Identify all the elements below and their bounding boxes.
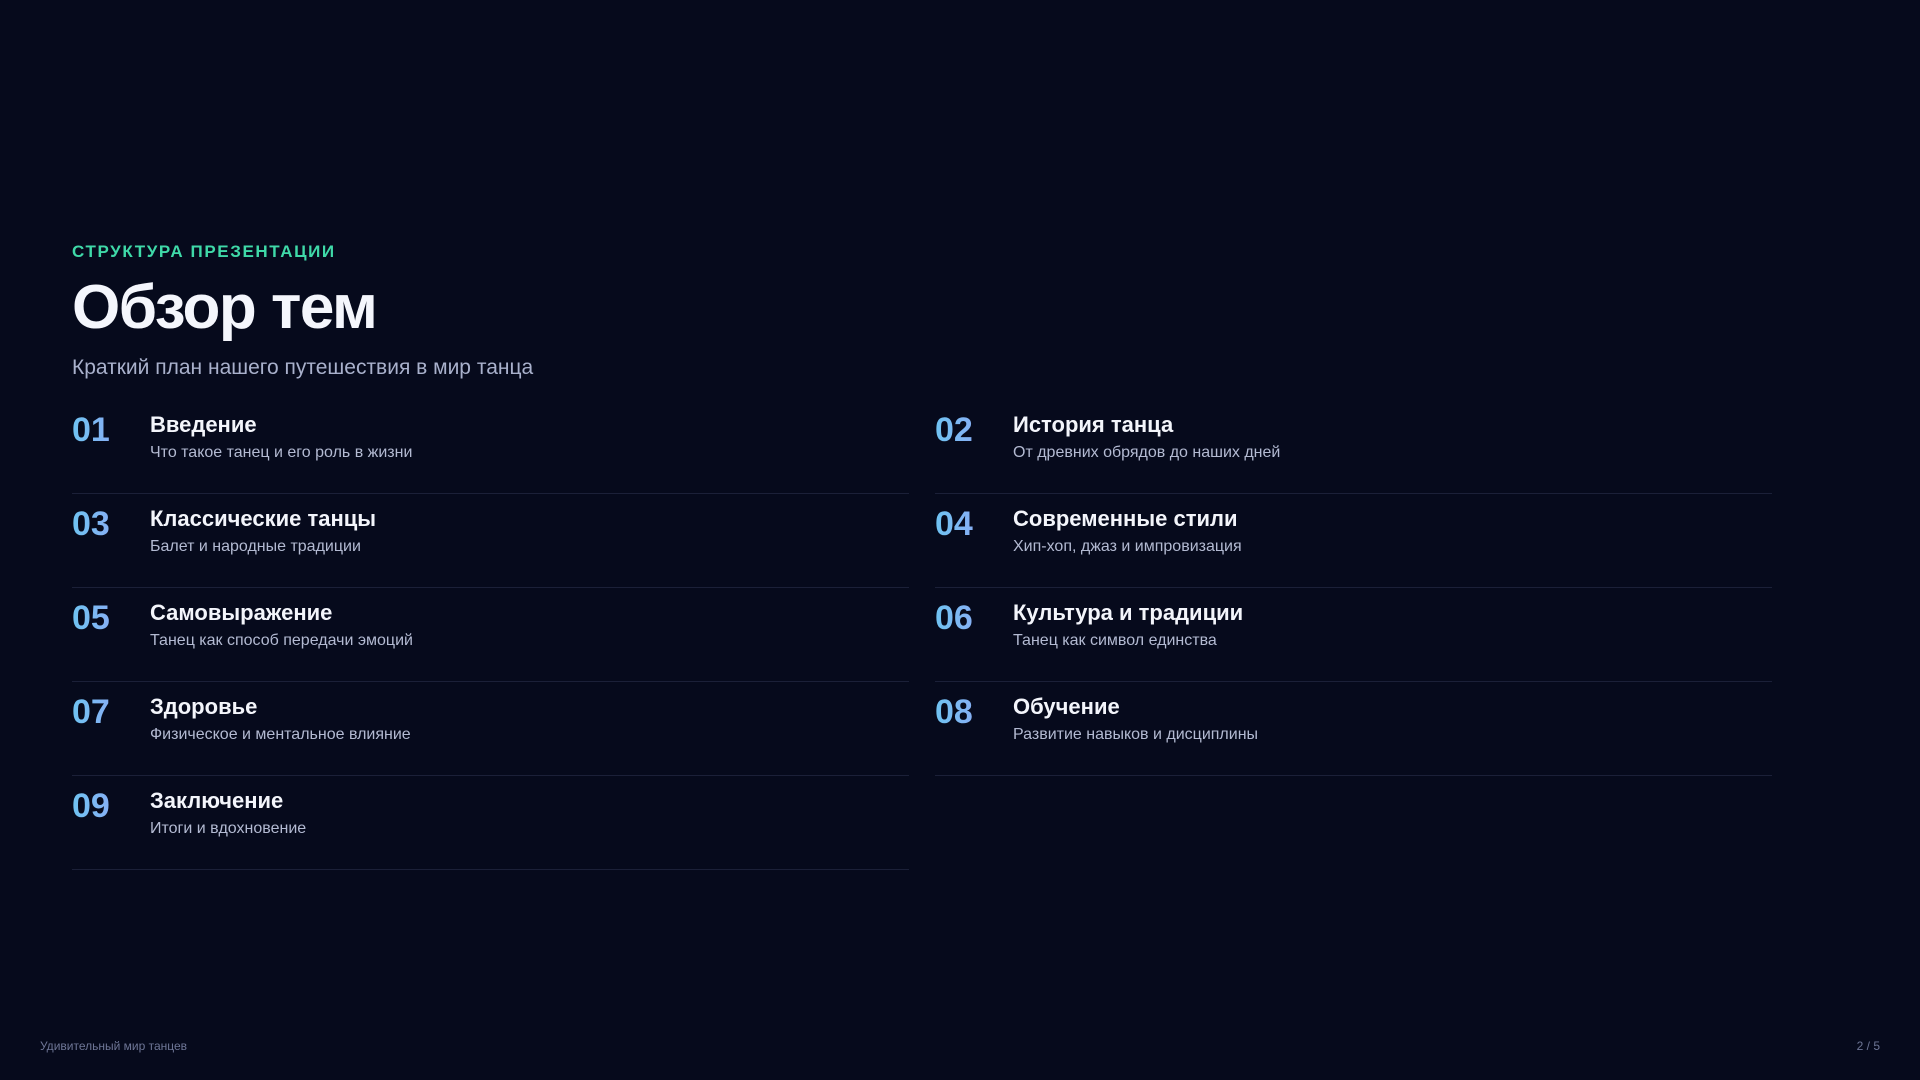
topic-description: Балет и народные традиции [150, 538, 361, 555]
topic-description: Танец как способ передачи эмоций [150, 632, 413, 649]
slide: СТРУКТУРА ПРЕЗЕНТАЦИИ Обзор тем Краткий … [0, 0, 1920, 1080]
topic-text: История танца От древних обрядов до наши… [1013, 400, 1280, 464]
topic-text: Здоровье Физическое и ментальное влияние [150, 682, 411, 746]
topic-number: 05 [72, 588, 150, 645]
topic-item-health[interactable]: 07 Здоровье Физическое и ментальное влия… [72, 682, 909, 776]
topic-item-self-expression[interactable]: 05 Самовыражение Танец как способ переда… [72, 588, 909, 682]
topic-title: Классические танцы [150, 506, 377, 531]
topic-item-learning[interactable]: 08 Обучение Развитие навыков и дисциплин… [935, 682, 1772, 776]
topics-grid: 01 Введение Что такое танец и его роль в… [72, 400, 1772, 870]
topic-number: 07 [72, 682, 150, 739]
topic-title: Заключение [150, 788, 284, 813]
topic-description: Итоги и вдохновение [150, 820, 307, 837]
page-title: Обзор тем [72, 273, 378, 342]
slide-header: СТРУКТУРА ПРЕЗЕНТАЦИИ Обзор тем Краткий … [72, 240, 1772, 382]
footer-presentation-name: Удивительный мир танцев [40, 1039, 188, 1053]
topic-item-modern-styles[interactable]: 04 Современные стили Хип-хоп, джаз и имп… [935, 494, 1772, 588]
topic-description: От древних обрядов до наших дней [1013, 444, 1281, 461]
footer-page-indicator: 2 / 5 [1856, 1039, 1880, 1053]
topic-item-conclusion[interactable]: 09 Заключение Итоги и вдохновение [72, 776, 909, 870]
topic-number: 09 [72, 776, 150, 833]
topic-number: 02 [935, 400, 1013, 457]
topic-item-history[interactable]: 02 История танца От древних обрядов до н… [935, 400, 1772, 494]
topic-title: История танца [1013, 412, 1174, 437]
topic-description: Развитие навыков и дисциплины [1013, 726, 1259, 743]
topic-number: 03 [72, 494, 150, 551]
topic-text: Классические танцы Балет и народные трад… [150, 494, 376, 558]
topic-description: Что такое танец и его роль в жизни [150, 444, 413, 461]
topic-number: 06 [935, 588, 1013, 645]
topic-description: Физическое и ментальное влияние [150, 726, 411, 743]
topic-text: Обучение Развитие навыков и дисциплины [1013, 682, 1258, 746]
topic-title: Введение [150, 412, 257, 437]
topic-text: Культура и традиции Танец как символ еди… [1013, 588, 1243, 652]
topic-number: 04 [935, 494, 1013, 551]
topic-title: Самовыражение [150, 600, 333, 625]
section-eyebrow: СТРУКТУРА ПРЕЗЕНТАЦИИ [72, 242, 336, 261]
topic-item-culture[interactable]: 06 Культура и традиции Танец как символ … [935, 588, 1772, 682]
topic-text: Введение Что такое танец и его роль в жи… [150, 400, 412, 464]
topic-description: Хип-хоп, джаз и импровизация [1013, 538, 1242, 555]
topic-title: Современные стили [1013, 506, 1238, 531]
topic-item-classical-dances[interactable]: 03 Классические танцы Балет и народные т… [72, 494, 909, 588]
topic-title: Культура и традиции [1013, 600, 1244, 625]
topic-title: Обучение [1013, 694, 1120, 719]
topic-title: Здоровье [150, 694, 258, 719]
topic-item-introduction[interactable]: 01 Введение Что такое танец и его роль в… [72, 400, 909, 494]
topic-description: Танец как символ единства [1013, 632, 1217, 649]
topic-text: Заключение Итоги и вдохновение [150, 776, 306, 840]
topic-number: 08 [935, 682, 1013, 739]
topic-text: Современные стили Хип-хоп, джаз и импров… [1013, 494, 1242, 558]
topic-text: Самовыражение Танец как способ передачи … [150, 588, 413, 652]
topic-number: 01 [72, 400, 150, 457]
page-subtitle: Краткий план нашего путешествия в мир та… [72, 356, 534, 379]
